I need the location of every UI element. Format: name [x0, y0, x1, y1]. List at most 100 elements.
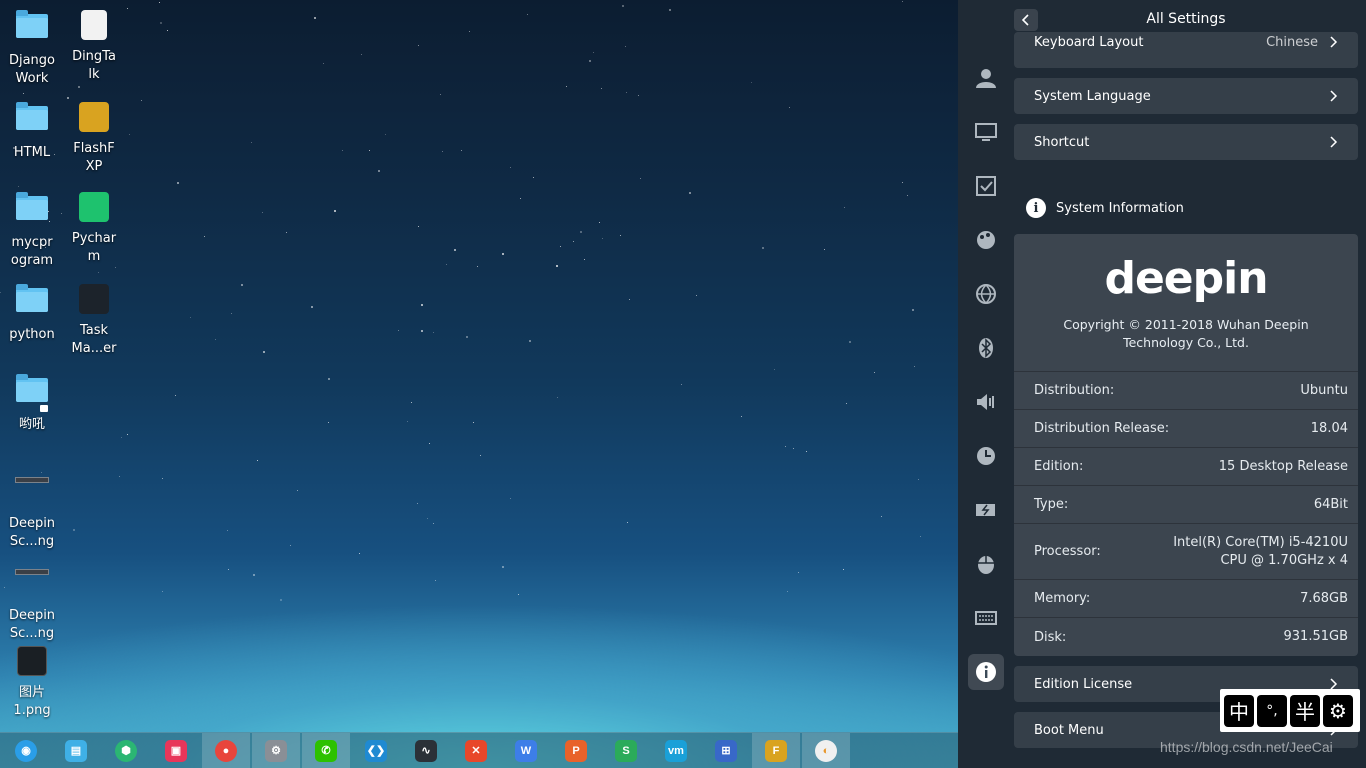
taskbar-item[interactable]: ❮❯ [352, 733, 400, 768]
taskbar-item[interactable]: ✕ [452, 733, 500, 768]
ime-punctuation-button[interactable]: °, [1257, 694, 1287, 727]
star [501, 565, 504, 568]
app-icon [76, 102, 112, 138]
desktop-icon[interactable]: Pychar m [63, 190, 125, 266]
star [441, 150, 443, 152]
desktop-icon[interactable]: Django Work [1, 8, 63, 88]
star [842, 568, 844, 570]
row-system-language[interactable]: System Language [1014, 78, 1358, 114]
desktop-icon[interactable]: Task Ma...er [63, 282, 125, 358]
app-thumb [79, 284, 109, 314]
star [751, 81, 753, 83]
taskbar-item[interactable]: ▣ [152, 733, 200, 768]
star [669, 8, 672, 11]
taskbar-item[interactable]: P [552, 733, 600, 768]
star [141, 100, 143, 102]
rail-item-power[interactable] [968, 492, 1004, 528]
star [311, 306, 314, 309]
taskbar-item[interactable]: vm [652, 733, 700, 768]
row-label: Edition License [1034, 676, 1133, 692]
star [314, 16, 317, 19]
rail-item-keyboard[interactable] [968, 600, 1004, 636]
rail-item-account[interactable] [968, 60, 1004, 96]
system-monitor-icon: ∿ [415, 739, 437, 762]
star [479, 455, 481, 457]
ime-halfwidth-button[interactable]: 半 [1290, 694, 1320, 727]
taskbar-item[interactable]: ⚙ [252, 732, 300, 768]
taskbar-item[interactable]: ◐ [802, 732, 850, 768]
row-keyboard-layout[interactable]: Keyboard Layout Chinese [1014, 32, 1358, 68]
info-row: Processor: Intel(R) Core(TM) i5-4210U CPU… [1014, 524, 1358, 580]
star [120, 437, 122, 439]
taskbar-item[interactable]: ✆ [302, 732, 350, 768]
ime-chinese-mode-button[interactable]: 中 [1224, 694, 1254, 727]
star [793, 448, 795, 450]
rail-item-mouse[interactable] [968, 546, 1004, 582]
rail-item-sound[interactable] [968, 384, 1004, 420]
desktop-icon[interactable]: Deepin Sc...ng [1, 554, 63, 643]
row-shortcut[interactable]: Shortcut [1014, 124, 1358, 160]
star [624, 45, 626, 47]
taskbar-item[interactable]: ● [202, 732, 250, 768]
taskbar-item[interactable]: W [502, 733, 550, 768]
rail-item-network[interactable] [968, 276, 1004, 312]
star [901, 182, 903, 184]
rail-item-default-apps[interactable] [968, 168, 1004, 204]
star [262, 211, 264, 213]
star [433, 332, 435, 333]
taskbar-item[interactable]: S [602, 733, 650, 768]
taskbar-item[interactable]: ▤ [52, 733, 100, 768]
rail-item-bluetooth[interactable] [968, 330, 1004, 366]
taskbar-item[interactable]: ◉ [2, 733, 50, 768]
taskbar-item[interactable]: F [752, 732, 800, 768]
desktop-icon[interactable]: Deepin Sc...ng [1, 462, 63, 551]
vmware-icon: vm [665, 739, 687, 762]
taskbar-item[interactable]: ∿ [402, 733, 450, 768]
chevron-right-icon [1330, 90, 1338, 102]
star [528, 340, 531, 343]
taskbar-item[interactable]: ⬢ [102, 733, 150, 768]
star [410, 402, 412, 404]
star [398, 330, 400, 332]
vscode-icon: ❮❯ [365, 739, 387, 762]
desktop-icon[interactable]: mycpr ogram [1, 190, 63, 270]
star [421, 303, 424, 306]
rail-item-personalization[interactable] [968, 222, 1004, 258]
desktop-icon-label: Task Ma...er [71, 323, 117, 356]
personalization-icon [977, 231, 995, 249]
star [640, 177, 642, 179]
deepin-logo: deepin [1104, 253, 1268, 304]
info-value: 7.68GB [1300, 590, 1348, 606]
star [460, 150, 462, 152]
desktop-icon[interactable]: python [1, 282, 63, 344]
desktop-icon[interactable]: DingTa lk [63, 8, 125, 84]
star [342, 150, 344, 152]
desktop-icon[interactable]: HTML [1, 100, 63, 162]
star [296, 490, 298, 492]
info-value: 18.04 [1310, 420, 1348, 436]
star [114, 266, 116, 268]
ime-settings-icon[interactable]: ⚙ [1323, 694, 1353, 727]
image-thumb [17, 646, 47, 676]
taskbar-item[interactable]: ⊞ [702, 733, 750, 768]
info-row: Distribution: Ubuntu [1014, 372, 1358, 410]
info-row: Disk: 931.51GB [1014, 618, 1358, 656]
folder-icon [14, 284, 50, 324]
desktop-icon[interactable]: FlashF XP [63, 100, 125, 176]
star [784, 445, 786, 447]
star [533, 177, 535, 179]
row-label: Keyboard Layout [1034, 34, 1144, 50]
desktop-icon[interactable]: 图片 1.png [1, 644, 63, 720]
star [477, 266, 479, 268]
rail-item-display[interactable] [968, 114, 1004, 150]
star [204, 236, 206, 238]
document-icon [76, 10, 112, 46]
star [565, 86, 567, 88]
star [798, 572, 800, 574]
star [161, 477, 163, 479]
dock-taskbar: ◉ ▤ ⬢ ▣ ● ⚙ ✆ ❮❯ ∿ ✕ W P Svm ⊞ F ◐ [0, 732, 958, 768]
desktop-icon[interactable]: 哟吼 [1, 372, 63, 434]
star [681, 383, 683, 385]
rail-item-system-info[interactable] [968, 654, 1004, 690]
rail-item-time[interactable] [968, 438, 1004, 474]
